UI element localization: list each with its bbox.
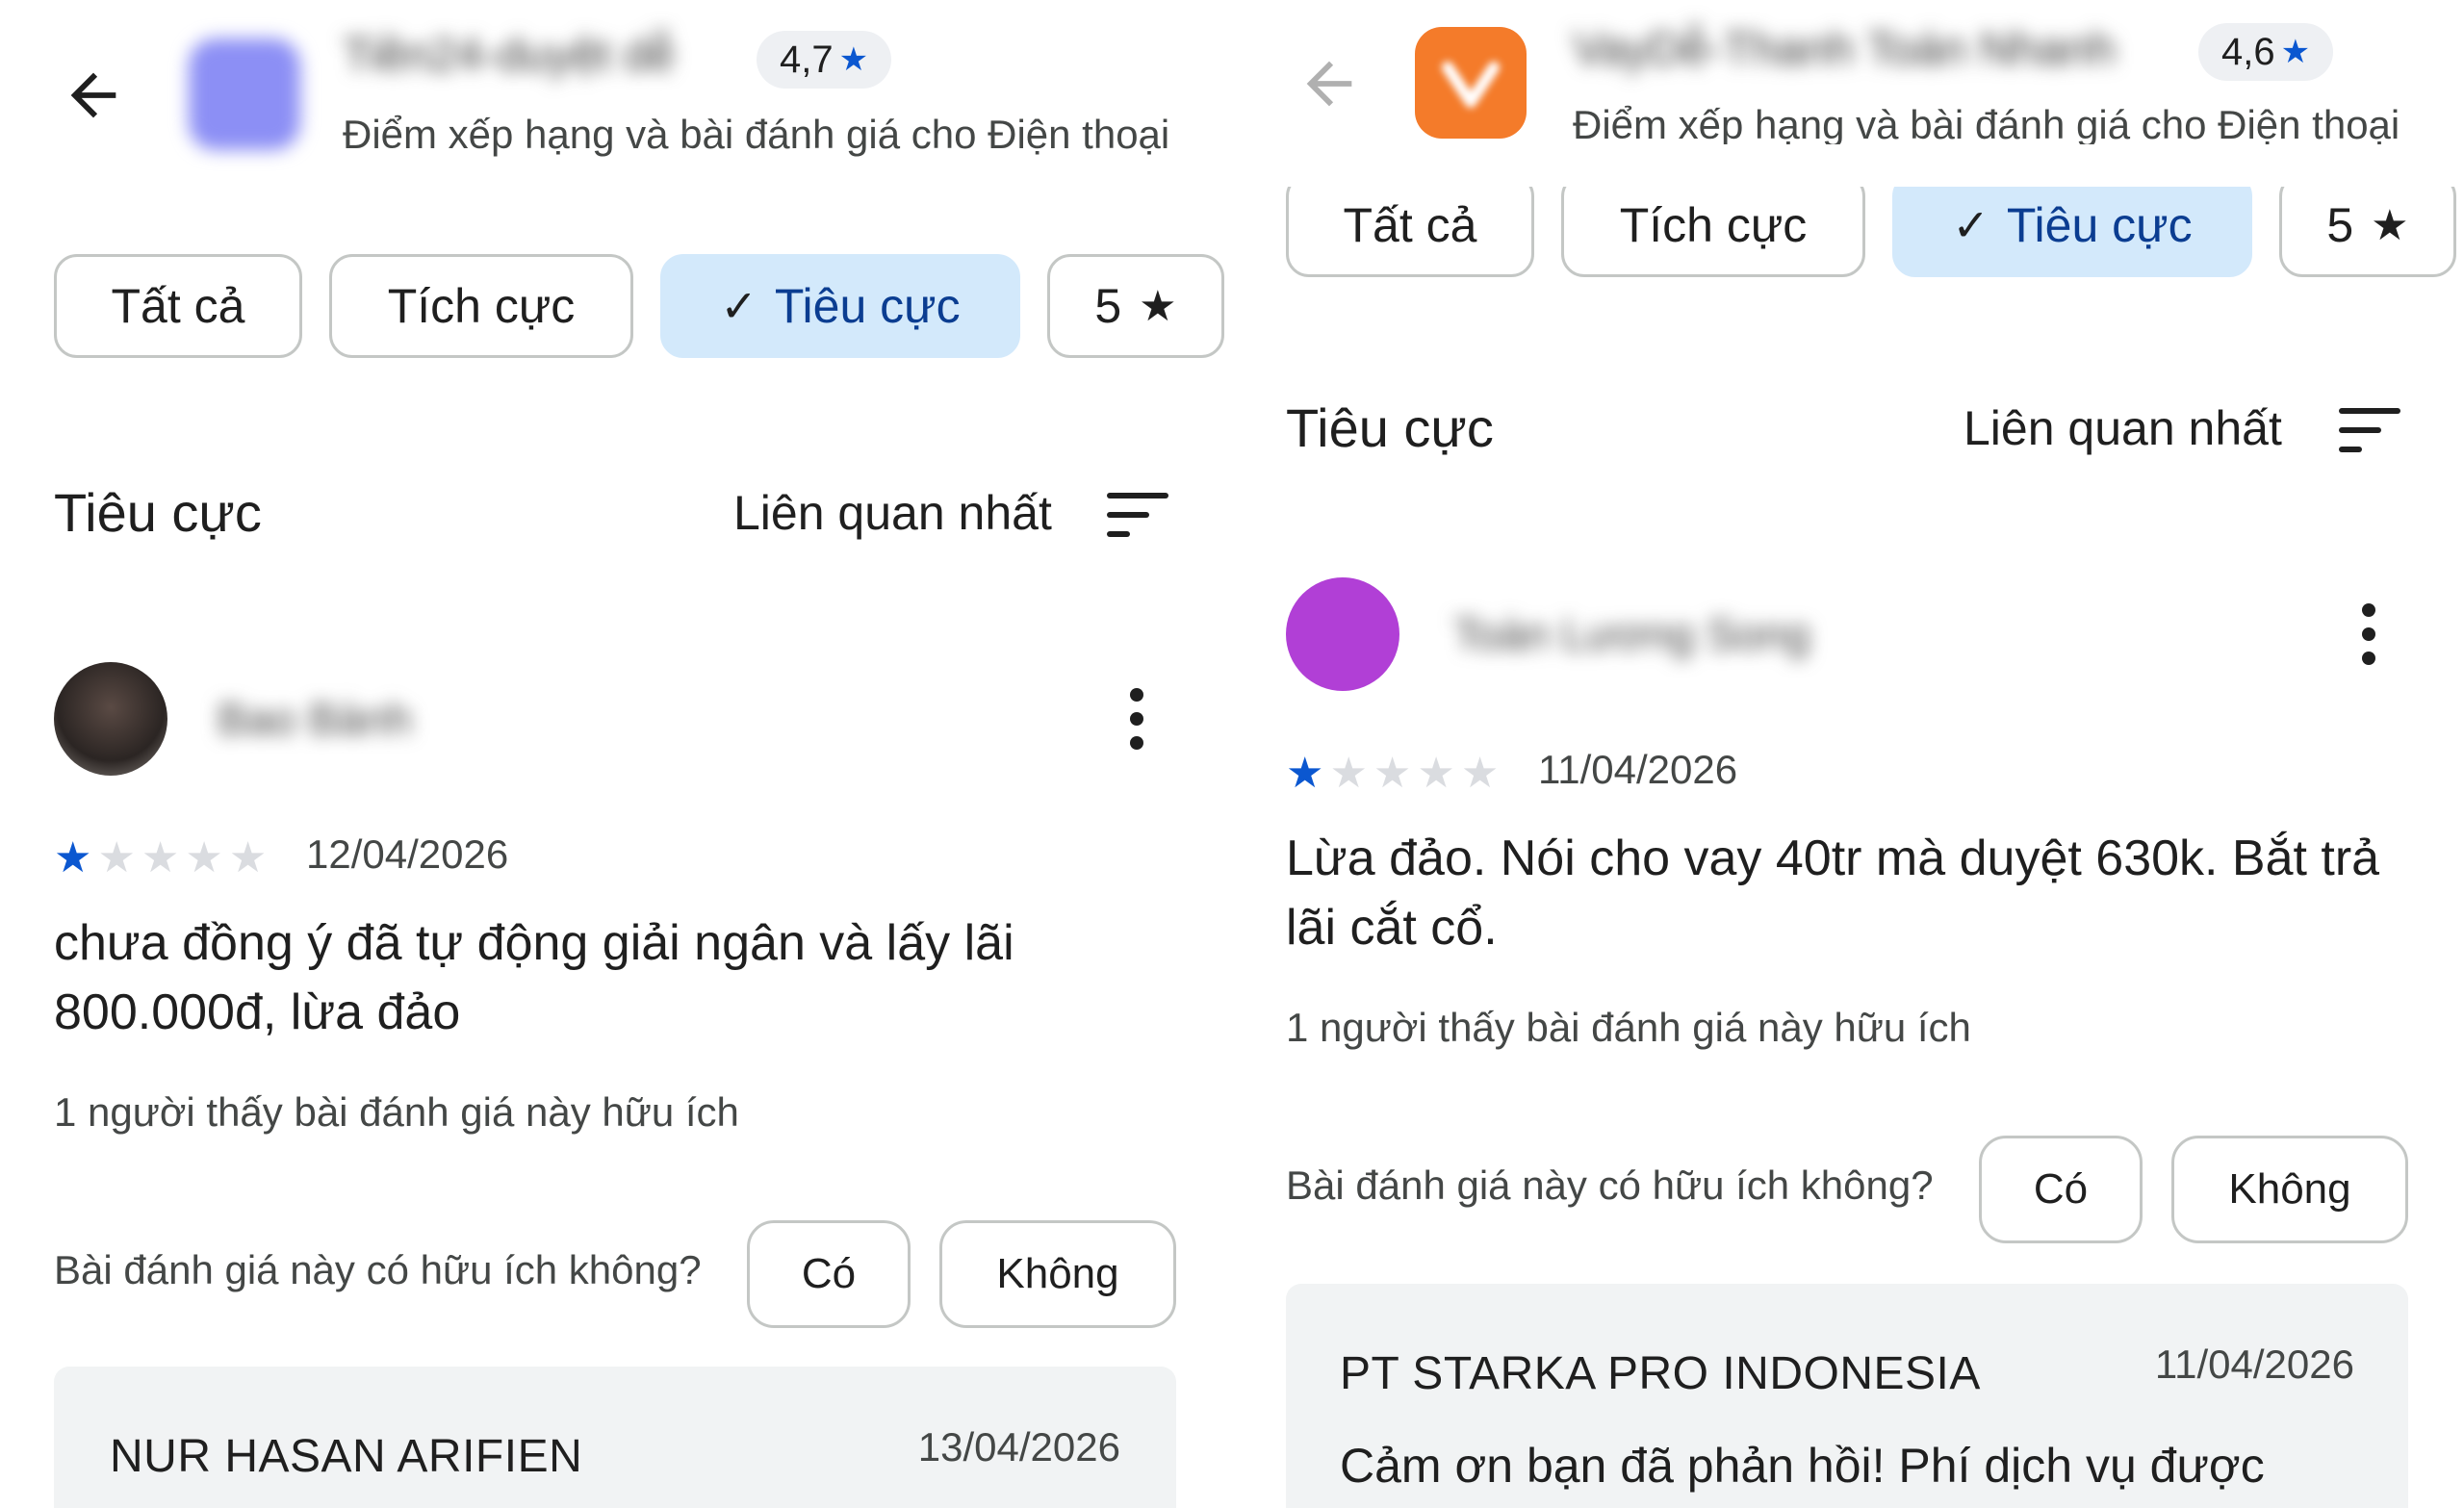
back-arrow-icon[interactable]: [50, 52, 137, 139]
developer-reply: NUR HASAN ARIFIEN 13/04/2026: [54, 1367, 1176, 1508]
filter-chip-positive[interactable]: Tích cực: [1561, 173, 1865, 277]
sort-button-label[interactable]: Liên quan nhất: [733, 485, 1052, 541]
sort-icon[interactable]: [2339, 408, 2400, 452]
sort-button-label[interactable]: Liên quan nhất: [1964, 400, 2282, 456]
star-filled-icon: ★: [54, 834, 92, 882]
filter-chip-negative[interactable]: ✓ Tiêu cực: [660, 254, 1020, 358]
star-icon: ★: [1139, 282, 1177, 330]
developer-reply: PT STARKA PRO INDONESIA 11/04/2026 Cảm ơ…: [1286, 1284, 2408, 1508]
header-divider: [1242, 144, 2464, 187]
check-icon: ✓: [1952, 200, 1989, 250]
reviewer-name: Bao Bành: [218, 694, 413, 744]
rating-value: 4,6: [2221, 30, 2275, 73]
star-empty-icon: ★: [1329, 750, 1368, 797]
helpful-no-button[interactable]: Không: [2171, 1136, 2408, 1243]
reviewer-avatar: [1286, 577, 1399, 691]
star-empty-icon: ★: [97, 834, 136, 882]
helpful-count: 1 người thấy bài đánh giá này hữu ích: [54, 1089, 739, 1135]
reviewer-name: Toàn Lương Song: [1453, 609, 1810, 659]
app-icon: [1415, 27, 1527, 139]
star-empty-icon: ★: [1373, 750, 1412, 797]
filter-chip-five-star[interactable]: 5 ★: [2279, 173, 2456, 277]
section-title: Tiêu cực: [54, 482, 262, 543]
filter-label: 5: [1094, 279, 1122, 333]
filter-label: Tiêu cực: [2006, 198, 2193, 252]
star-empty-icon: ★: [141, 834, 180, 882]
filter-label: Tích cực: [387, 279, 576, 333]
review-text: chưa đồng ý đã tự động giải ngân và lấy …: [54, 915, 1014, 1040]
developer-name: PT STARKA PRO INDONESIA: [1340, 1348, 1981, 1399]
star-empty-icon: ★: [185, 834, 223, 882]
check-icon: ✓: [720, 281, 757, 331]
filter-label: Tất cả: [1343, 198, 1477, 252]
right-screenshot: VayDễ-Thanh Toán Nhanh 4,6 ★ Điểm xếp hạ…: [1242, 0, 2464, 1508]
helpful-question: Bài đánh giá này có hữu ích không?: [1286, 1163, 1934, 1208]
button-label: Có: [801, 1250, 857, 1297]
filter-label: Tiêu cực: [774, 279, 961, 333]
filter-chip-negative[interactable]: ✓ Tiêu cực: [1892, 173, 2252, 277]
star-empty-icon: ★: [1417, 750, 1455, 797]
reply-date: 11/04/2026: [2154, 1342, 2354, 1387]
ratings-subtitle: Điểm xếp hạng và bài đánh giá cho Điện t…: [343, 112, 1170, 157]
filter-label: 5: [2326, 198, 2354, 252]
button-label: Có: [2033, 1165, 2089, 1213]
star-rating: ★ ★ ★ ★ ★: [54, 833, 267, 882]
helpful-no-button[interactable]: Không: [939, 1220, 1176, 1328]
filter-chip-all[interactable]: Tất cả: [1286, 173, 1534, 277]
back-arrow-icon[interactable]: [1286, 40, 1373, 127]
reviewer-avatar: [54, 662, 167, 776]
button-label: Không: [2228, 1165, 2351, 1213]
helpful-yes-button[interactable]: Có: [1979, 1136, 2143, 1243]
app-name: VayDễ-Thanh Toán Nhanh: [1573, 24, 2116, 75]
app-name: Tiền24-duyệt dễ: [343, 30, 676, 81]
reply-text: Cảm ơn bạn đã phản hồi! Phí dịch vụ được: [1340, 1439, 2265, 1493]
more-options-icon[interactable]: [2354, 602, 2383, 666]
app-icon: [189, 38, 300, 150]
helpful-question: Bài đánh giá này có hữu ích không?: [54, 1247, 702, 1292]
filter-chip-all[interactable]: Tất cả: [54, 254, 302, 358]
review-date: 11/04/2026: [1538, 747, 1738, 792]
sort-icon[interactable]: [1107, 493, 1168, 537]
review-text-line-2: lãi cắt cổ.: [1286, 900, 1498, 956]
filter-chip-five-star[interactable]: 5 ★: [1047, 254, 1224, 358]
more-options-icon[interactable]: [1122, 687, 1151, 751]
rating-value: 4,7: [780, 38, 834, 81]
star-icon: ★: [2371, 201, 2409, 249]
star-filled-icon: ★: [1286, 750, 1324, 797]
helpful-count: 1 người thấy bài đánh giá này hữu ích: [1286, 1005, 1971, 1050]
star-rating: ★ ★ ★ ★ ★: [1286, 749, 1499, 798]
ratings-subtitle: Điểm xếp hạng và bài đánh giá cho Điện t…: [1573, 102, 2400, 147]
filter-label: Tích cực: [1619, 198, 1808, 252]
star-icon: ★: [838, 41, 869, 78]
rating-chip: 4,6 ★: [2198, 23, 2334, 81]
review-text-line-1: Lừa đảo. Nói cho vay 40tr mà duyệt 630k.…: [1286, 831, 2380, 886]
star-icon: ★: [2280, 34, 2311, 70]
star-empty-icon: ★: [1460, 750, 1500, 797]
section-title: Tiêu cực: [1286, 397, 1494, 458]
reply-date: 13/04/2026: [917, 1424, 1120, 1470]
helpful-yes-button[interactable]: Có: [747, 1220, 911, 1328]
filter-label: Tất cả: [111, 279, 245, 333]
rating-chip: 4,7 ★: [757, 31, 892, 89]
button-label: Không: [996, 1250, 1119, 1297]
star-empty-icon: ★: [228, 834, 268, 882]
filter-chip-positive[interactable]: Tích cực: [329, 254, 633, 358]
developer-name: NUR HASAN ARIFIEN: [110, 1431, 583, 1482]
left-screenshot: Tiền24-duyệt dễ 4,7 ★ Điểm xếp hạng và b…: [0, 0, 1242, 1508]
review-date: 12/04/2026: [306, 831, 509, 877]
